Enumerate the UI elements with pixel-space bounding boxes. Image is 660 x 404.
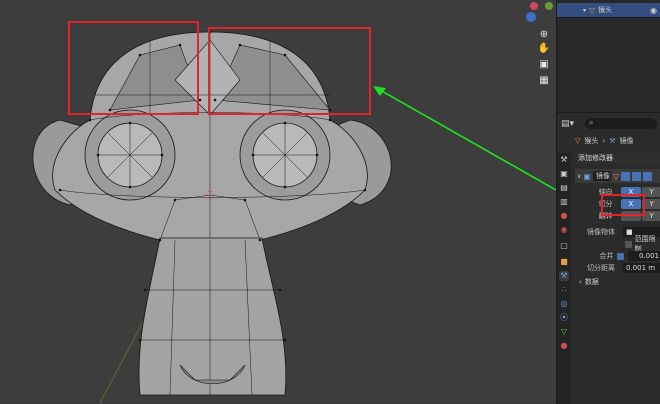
- modifier-wrench-icon: ⚒: [609, 137, 616, 145]
- constraints-tab-icon[interactable]: ⦿: [559, 313, 569, 323]
- bisect-distance-label: 切分距离: [587, 264, 615, 272]
- modifier-name-field[interactable]: 镜像: [592, 171, 611, 181]
- 3d-viewport[interactable]: ⊕ ✋ ▣ ▦: [0, 0, 556, 403]
- mesh-icon: ▽: [589, 5, 596, 15]
- expand-icon[interactable]: ▾: [583, 7, 586, 14]
- clipping-row: 范围限制: [575, 235, 660, 253]
- editor-type-icon[interactable]: ▤▾: [561, 119, 574, 129]
- grid-icon[interactable]: ▦: [536, 72, 552, 88]
- breadcrumb: ▽ 猴头 › ⚒ 镜像: [575, 136, 633, 146]
- annotation-box-left: [68, 21, 199, 115]
- render-tab-icon[interactable]: ▣: [559, 169, 569, 179]
- search-field[interactable]: ⌕: [585, 118, 657, 129]
- scene-tab-icon[interactable]: ●: [559, 211, 569, 221]
- data-tab-icon[interactable]: ▽: [559, 327, 569, 337]
- merge-row: 合并 0.001: [575, 250, 660, 262]
- eye-icon[interactable]: ◉: [650, 6, 657, 15]
- properties-panel: ▤▾ ⌕ ▽ 猴头 › ⚒ 镜像 添加修改器 ∨ ▣ 镜像 ▽ 轴向 X Y 切…: [556, 112, 660, 404]
- chevron-right-icon: ›: [579, 278, 582, 286]
- clipping-checkbox[interactable]: [625, 240, 632, 248]
- output-tab-icon[interactable]: ▤: [559, 183, 569, 193]
- breadcrumb-modifier: 镜像: [619, 137, 634, 145]
- merge-value-field[interactable]: 0.001: [628, 251, 660, 261]
- bisect-highlight-box: [601, 194, 645, 216]
- breadcrumb-object: 猴头: [584, 137, 599, 145]
- axis-z-dot[interactable]: [530, 2, 538, 10]
- object-tab-icon[interactable]: ■: [559, 257, 569, 267]
- collapse-icon[interactable]: ∨: [577, 173, 581, 180]
- mirror-object-label: 镜像物体: [587, 228, 615, 236]
- outliner-row-label: 猴头: [598, 6, 613, 14]
- properties-tabs: ⚒ ▣ ▤ ▥ ● ◉ ▢ ■ ⚒ ∴ ◎ ⦿ ▽ ●: [557, 153, 571, 404]
- edit-mode-icon[interactable]: ▽: [613, 172, 619, 181]
- data-subpanel-label: 数据: [584, 278, 599, 286]
- outliner-separator: [557, 17, 660, 18]
- hand-icon[interactable]: ✋: [536, 40, 552, 56]
- display-render-button[interactable]: [643, 171, 653, 181]
- collection-tab-icon[interactable]: ▢: [559, 241, 569, 251]
- modifier-type-icon: ▣: [583, 171, 591, 181]
- outliner-panel: ▾ ▽ 猴头 ◉: [556, 0, 660, 112]
- axis-y-dot[interactable]: [545, 2, 553, 10]
- add-modifier-button[interactable]: 添加修改器: [575, 153, 660, 163]
- outliner-row[interactable]: ▾ ▽ 猴头 ◉: [557, 3, 660, 17]
- world-tab-icon[interactable]: ◉: [559, 225, 569, 235]
- data-subpanel-header[interactable]: › 数据: [579, 276, 660, 288]
- particles-tab-icon[interactable]: ∴: [559, 285, 569, 295]
- mesh-icon: ▽: [575, 137, 581, 145]
- search-icon: ⌕: [589, 118, 594, 127]
- camera-icon[interactable]: ▣: [536, 56, 552, 72]
- annotation-box-right: [208, 27, 371, 115]
- modifier-header[interactable]: ∨ ▣ 镜像 ▽: [575, 169, 660, 183]
- tool-tab-icon[interactable]: ⚒: [559, 155, 569, 165]
- merge-label: 合并: [599, 252, 614, 260]
- display-viewport-button[interactable]: [632, 171, 642, 181]
- merge-checkbox[interactable]: [617, 252, 625, 260]
- bisect-distance-field[interactable]: 0.001 m: [623, 263, 660, 273]
- display-editmode-button[interactable]: [621, 171, 631, 181]
- axis-x-dot[interactable]: [526, 12, 536, 22]
- chevron-right-icon: ›: [602, 137, 606, 145]
- view-layer-tab-icon[interactable]: ▥: [559, 197, 569, 207]
- bisect-distance-row: 切分距离 0.001 m: [575, 262, 660, 274]
- modifier-tab-icon[interactable]: ⚒: [559, 271, 569, 281]
- physics-tab-icon[interactable]: ◎: [559, 299, 569, 309]
- material-tab-icon[interactable]: ●: [559, 341, 569, 351]
